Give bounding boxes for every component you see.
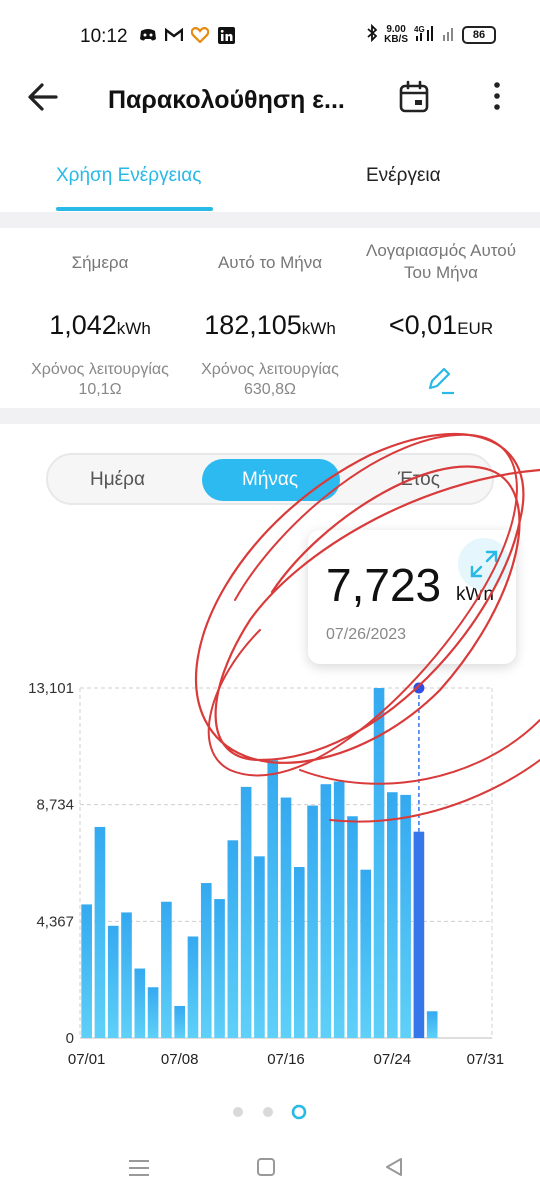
back-nav-icon[interactable] [384,1156,404,1178]
energy-summary: Σήμερα Αυτό το Μήνα Λογαριασμός Αυτού Το… [0,228,540,408]
month-value: 182,105 [204,310,302,340]
bar [81,904,92,1038]
period-year[interactable]: Έτος [398,469,440,491]
bill-value-wrap: <0,01EUR [362,310,520,341]
bar [214,899,225,1038]
heart-app-icon [190,25,210,45]
svg-text:4G: 4G [414,25,425,34]
recents-icon[interactable] [128,1158,150,1178]
bar-highlighted [413,831,425,1038]
bar [147,987,159,1038]
linkedin-icon [216,25,236,45]
bar [360,869,372,1038]
bluetooth-icon [366,23,378,45]
discord-icon [138,25,158,45]
today-label: Σήμερα [71,253,129,272]
bar [280,797,292,1038]
tab-energy-usage[interactable]: Χρήση Ενέργειας [56,165,201,187]
today-value-wrap: 1,042kWh [20,310,180,341]
bar [174,1005,185,1038]
tooltip-value: 7,723 [326,559,442,611]
bar [200,883,212,1038]
bar [94,826,106,1038]
divider [0,212,540,228]
expand-button[interactable] [458,538,510,590]
bar [426,1011,438,1038]
value-tooltip: 7,723 kWh 07/26/2023 [308,530,516,664]
back-arrow-icon[interactable] [26,80,60,114]
bill-value: <0,01 [388,310,458,340]
bar [227,840,239,1038]
bar [107,925,119,1038]
bar [373,688,385,1038]
battery-indicator: 86 [462,25,496,44]
month-unit: kWh [301,319,336,338]
bar [240,786,252,1038]
clock: 10:12 [80,26,128,47]
expand-icon [470,550,498,578]
page-indicator [233,1104,307,1120]
energy-bar-chart: 0 4,367 8,734 13,101 07/01 07/08 07/16 07/24 07/… [28,680,505,1068]
today-summary: Σήμερα [20,252,180,274]
tooltip-date: 07/26/2023 [326,626,407,643]
bar [254,856,265,1038]
bar [293,867,305,1038]
today-value: 1,042 [49,310,117,340]
bill-unit: EUR [457,319,494,338]
period-day[interactable]: Ημέρα [90,469,145,491]
period-selector: Ημέρα Μήνας Έτος [46,453,494,505]
status-bar: 10:12 9.00 KB/S 4G 86 [0,0,540,70]
period-month[interactable]: Μήνας [242,469,298,491]
selection-dot [413,682,425,694]
net-speed: 9.00 KB/S [384,23,408,45]
divider-2 [0,408,540,424]
tab-energy[interactable]: Ενέργεια [366,165,441,187]
signal-icon: 4G [414,25,436,44]
today-runtime: Χρόνος λειτουργίας 10,1Ω [31,361,169,398]
bar [333,781,345,1038]
y-tick-label: 4,367 [36,913,74,930]
x-tick-label: 07/08 [161,1051,199,1068]
system-tray: 9.00 KB/S 4G 86 [366,23,496,45]
notification-icons [138,25,236,45]
bar [400,794,411,1038]
month-summary: Αυτό το Μήνα [180,252,360,274]
bar [387,792,398,1038]
home-icon[interactable] [256,1157,276,1177]
today-unit: kWh [116,319,151,338]
more-options-icon[interactable] [484,78,510,114]
bar [134,968,146,1038]
y-tick-label: 8,734 [36,797,74,814]
month-label: Αυτό το Μήνα [217,253,323,272]
bar [267,760,279,1038]
calendar-icon[interactable] [398,80,430,114]
bar [307,805,318,1038]
bar [161,901,172,1038]
x-tick-label: 07/01 [68,1051,106,1068]
bar [347,816,358,1038]
bar [187,936,199,1038]
month-runtime: Χρόνος λειτουργίας 630,8Ω [201,361,339,398]
x-tick-label: 07/31 [467,1051,505,1068]
bar [121,912,132,1038]
y-tick-label: 0 [66,1030,74,1047]
tab-indicator [56,207,213,211]
y-tick-label: 13,101 [28,680,74,697]
bill-label: Λογαριασμός Αυτού Του Μήνα [366,241,516,282]
month-value-wrap: 182,105kWh [180,310,360,341]
x-tick-label: 07/24 [374,1051,412,1068]
tab-bar: Χρήση Ενέργειας Ενέργεια [0,155,540,213]
x-tick-label: 07/16 [267,1051,305,1068]
page-title: Παρακολούθηση ε... [108,86,345,114]
bill-summary: Λογαριασμός Αυτού Του Μήνα [362,240,520,284]
signal-icon-2 [442,25,456,44]
gmail-icon [164,25,184,45]
edit-pencil-icon[interactable] [424,366,456,396]
app-bar: Παρακολούθηση ε... [0,70,540,130]
system-nav-bar [0,1140,540,1200]
bar [320,784,332,1038]
